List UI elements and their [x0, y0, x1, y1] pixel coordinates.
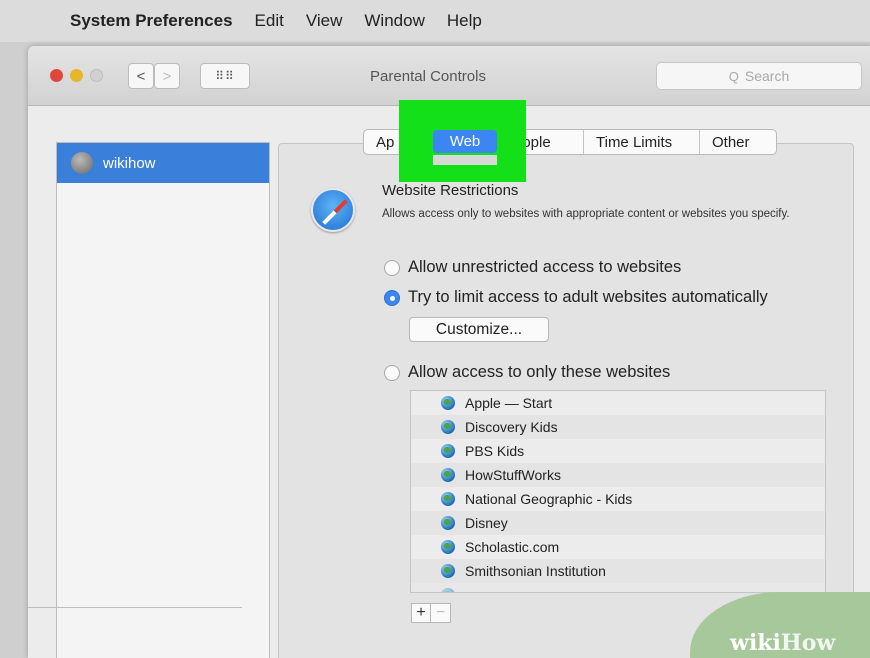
- search-placeholder: Search: [744, 68, 790, 84]
- list-item[interactable]: Discovery Kids: [411, 415, 825, 439]
- list-item[interactable]: HowStuffWorks: [411, 463, 825, 487]
- user-row-wikihow[interactable]: wikihow: [57, 143, 269, 183]
- globe-icon: [441, 468, 455, 482]
- list-item[interactable]: PBS Kids: [411, 439, 825, 463]
- search-icon: Q: [728, 68, 739, 84]
- radio-label: Try to limit access to adult websites au…: [408, 288, 768, 306]
- globe-icon: [441, 492, 455, 506]
- tab-time-limits[interactable]: Time Limits: [584, 130, 700, 154]
- radio-label: Allow unrestricted access to websites: [408, 258, 682, 276]
- site-label: PBS Kids: [465, 443, 525, 459]
- radio-only-these[interactable]: Allow access to only these websites: [384, 363, 670, 382]
- compass-needle: [322, 199, 348, 225]
- site-label: Disney: [465, 515, 508, 531]
- globe-icon: [441, 540, 455, 554]
- menu-edit[interactable]: Edit: [255, 11, 284, 31]
- globe-icon: [441, 396, 455, 410]
- list-item-partial[interactable]: [411, 583, 825, 592]
- site-label: National Geographic - Kids: [465, 491, 633, 507]
- radio-button[interactable]: [384, 259, 400, 276]
- safari-compass-icon: [311, 188, 355, 232]
- forward-button[interactable]: >: [154, 63, 180, 89]
- user-list: wikihow: [56, 142, 270, 658]
- site-label: Scholastic.com: [465, 539, 560, 555]
- globe-icon: [441, 588, 455, 592]
- tab-web[interactable]: Web: [433, 130, 497, 153]
- menu-app-name[interactable]: System Preferences: [70, 11, 233, 31]
- list-item[interactable]: Smithsonian Institution: [411, 559, 825, 583]
- radio-button-selected[interactable]: [384, 289, 400, 306]
- menu-view[interactable]: View: [306, 11, 343, 31]
- menu-window[interactable]: Window: [364, 11, 424, 31]
- customize-button[interactable]: Customize...: [409, 317, 549, 342]
- site-label: Smithsonian Institution: [465, 563, 606, 579]
- grid-icon: ⠿⠿: [215, 69, 235, 83]
- window-title: Parental Controls: [370, 68, 486, 85]
- remove-site-button[interactable]: −: [431, 603, 451, 623]
- list-item[interactable]: Apple — Start: [411, 391, 825, 415]
- add-site-button[interactable]: +: [411, 603, 431, 623]
- section-title: Website Restrictions: [382, 182, 519, 199]
- section-description: Allows access only to websites with appr…: [382, 208, 790, 220]
- chevron-right-icon: >: [162, 67, 172, 85]
- list-item[interactable]: Scholastic.com: [411, 535, 825, 559]
- title-bar: < > ⠿⠿ Parental Controls Q Search: [28, 46, 870, 106]
- search-field[interactable]: Q Search: [656, 62, 862, 90]
- globe-icon: [441, 564, 455, 578]
- menu-bar: System Preferences Edit View Window Help: [0, 0, 870, 42]
- avatar: [71, 152, 93, 174]
- minimize-window-button[interactable]: [70, 69, 83, 82]
- chevron-left-icon: <: [136, 67, 146, 85]
- globe-icon: [441, 516, 455, 530]
- website-list[interactable]: Apple — Start Discovery Kids PBS Kids Ho…: [410, 390, 826, 593]
- globe-icon: [441, 444, 455, 458]
- menu-help[interactable]: Help: [447, 11, 482, 31]
- close-window-button[interactable]: [50, 69, 63, 82]
- watermark-logo: wikiHow: [730, 630, 836, 656]
- site-label: HowStuffWorks: [465, 467, 561, 483]
- back-button[interactable]: <: [128, 63, 154, 89]
- show-all-button[interactable]: ⠿⠿: [200, 63, 250, 89]
- radio-unrestricted[interactable]: Allow unrestricted access to websites: [384, 258, 681, 277]
- tab-other[interactable]: Other: [700, 130, 776, 154]
- radio-button[interactable]: [384, 364, 400, 381]
- preferences-window: < > ⠿⠿ Parental Controls Q Search wikiho…: [28, 46, 870, 658]
- user-name: wikihow: [103, 154, 156, 172]
- radio-label: Allow access to only these websites: [408, 363, 671, 381]
- tab-web-underline: [433, 155, 497, 165]
- globe-icon: [441, 420, 455, 434]
- radio-limit-adult[interactable]: Try to limit access to adult websites au…: [384, 288, 768, 307]
- site-label: Discovery Kids: [465, 419, 558, 435]
- list-item[interactable]: National Geographic - Kids: [411, 487, 825, 511]
- list-item[interactable]: Disney: [411, 511, 825, 535]
- user-list-footer: [28, 607, 242, 621]
- add-remove-controls: + −: [411, 603, 451, 623]
- zoom-window-button[interactable]: [90, 69, 103, 82]
- site-label: Apple — Start: [465, 395, 553, 411]
